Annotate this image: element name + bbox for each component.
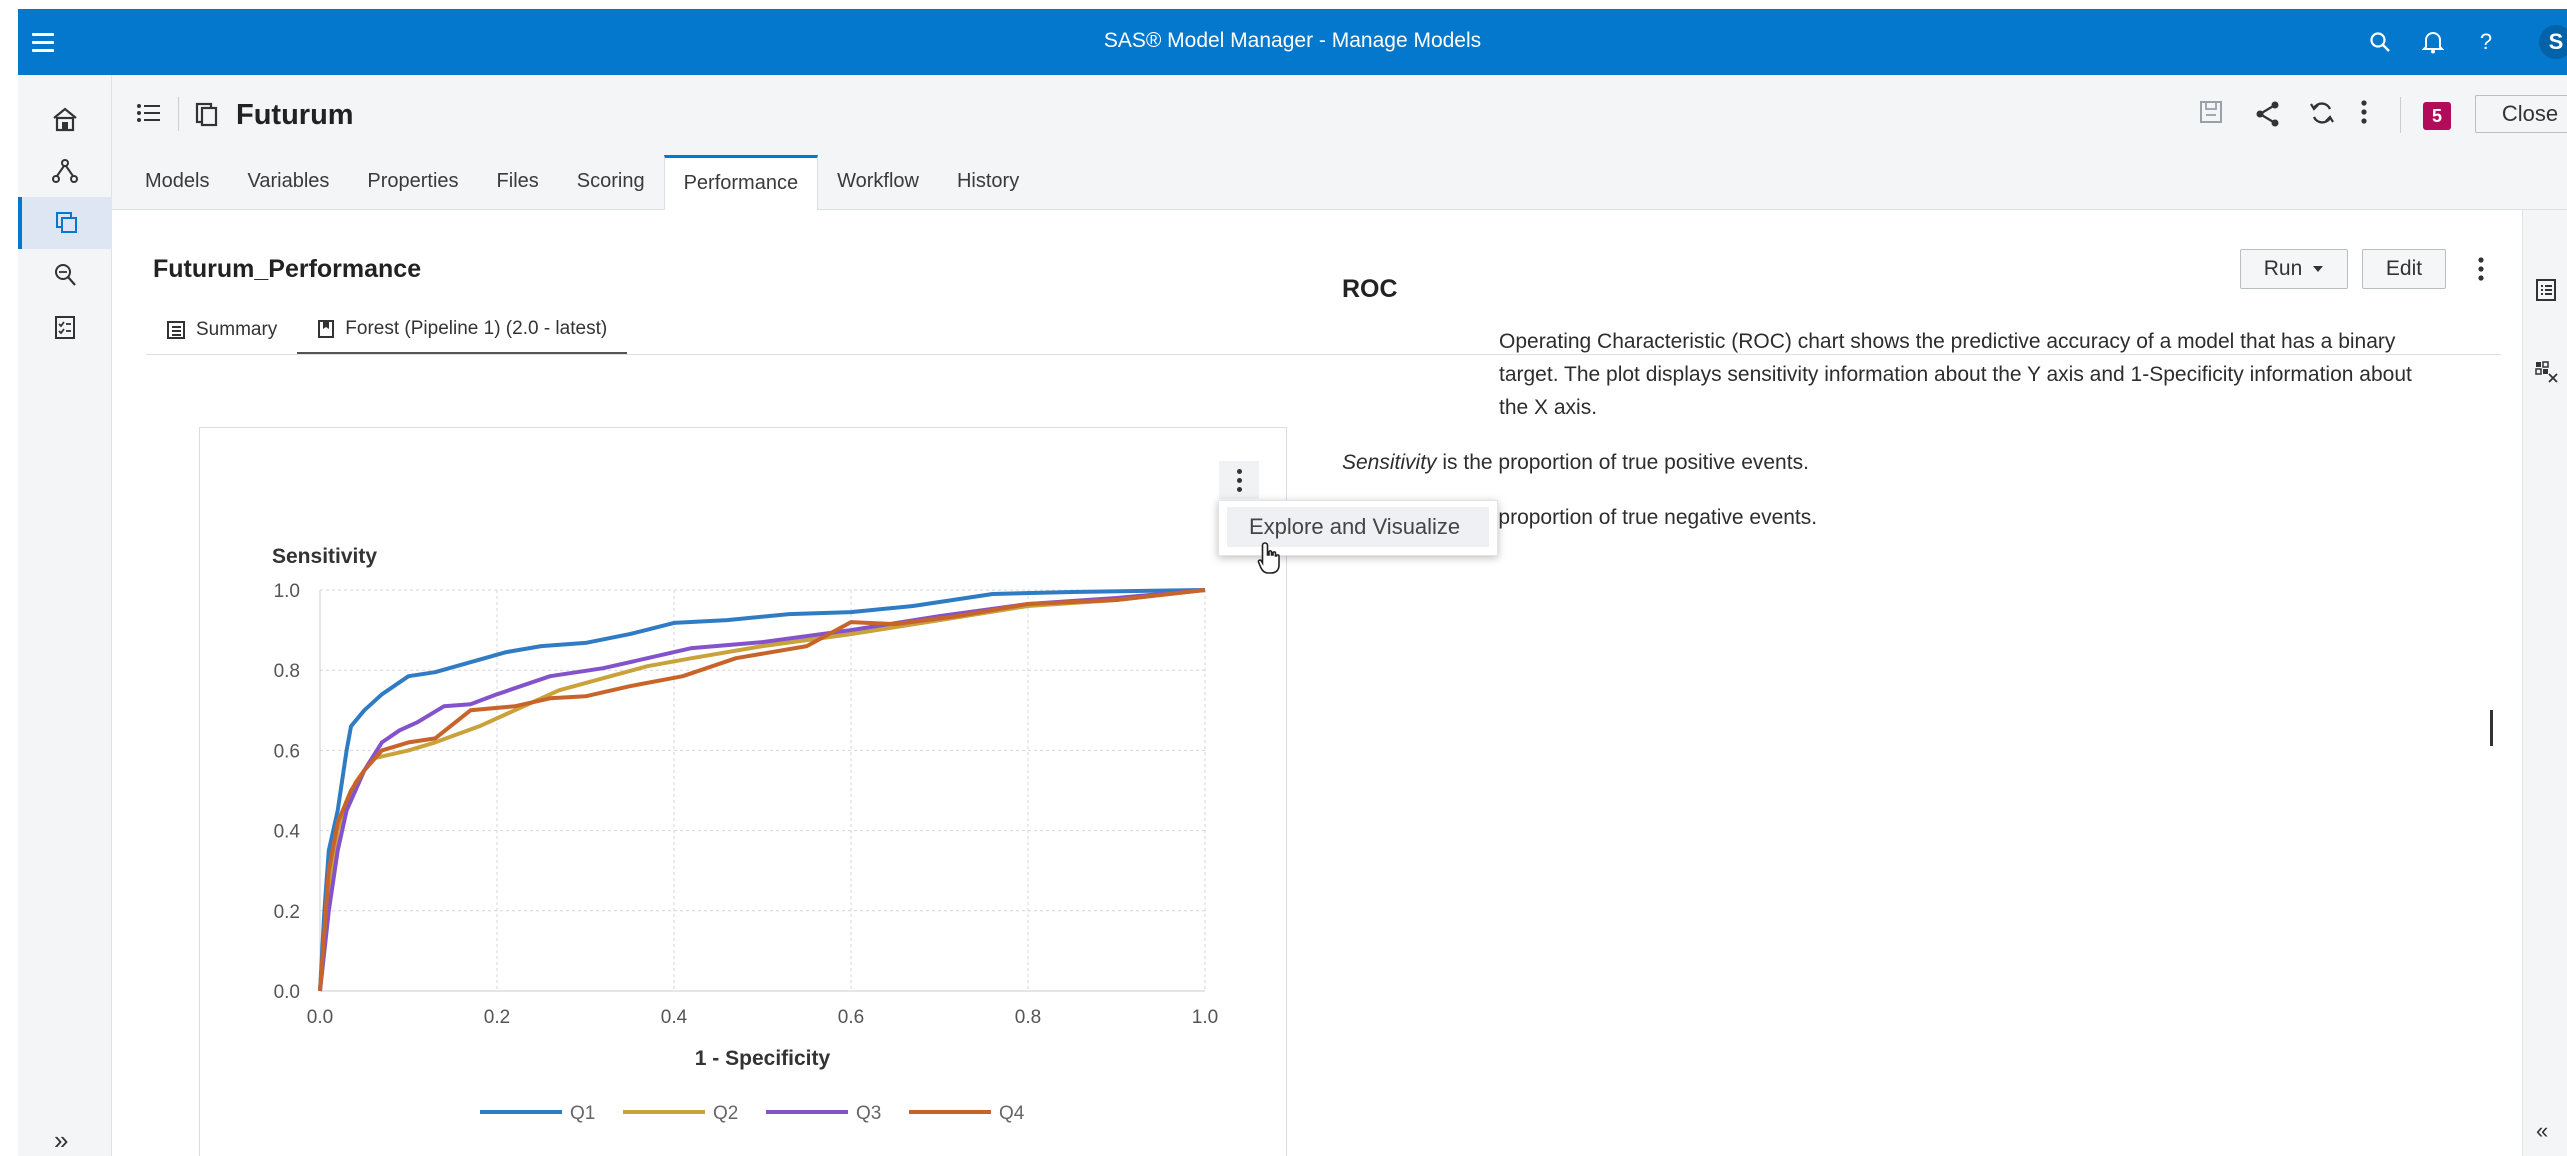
subtab-summary-label: Summary	[196, 319, 278, 340]
y-axis-title: Sensitivity	[272, 545, 377, 568]
roc-title: ROC	[1342, 275, 1398, 303]
properties-icon[interactable]	[2535, 278, 2557, 307]
more-options-icon[interactable]	[2360, 99, 2368, 125]
list-icon[interactable]	[136, 101, 162, 130]
share-icon[interactable]	[2253, 99, 2283, 129]
edit-button[interactable]: Edit	[2362, 249, 2446, 289]
project-title: Futurum	[236, 99, 354, 131]
divider	[2400, 97, 2401, 133]
save-icon[interactable]	[2198, 99, 2224, 125]
roc-paragraph-3: Specificity is the proportion of true ne…	[1342, 506, 1818, 529]
expand-nav-icon[interactable]: »	[54, 1125, 68, 1156]
series-line-q3[interactable]	[318, 588, 1206, 992]
text-cursor	[2490, 710, 2493, 746]
right-rail	[2522, 210, 2567, 1156]
y-tick-label: 1.0	[274, 581, 300, 602]
tab-workflow[interactable]: Workflow	[818, 155, 938, 210]
subtab-forest-label: Forest (Pipeline 1) (2.0 - latest)	[345, 318, 608, 339]
roc-chart[interactable]: 0.0 0.2 0.4 0.6 0.8 1.0 0.0 0.2 0.4 0.6 0.8 1.0 Sens…	[200, 428, 1286, 1156]
series-line-q4[interactable]	[318, 588, 1206, 992]
left-nav: »	[18, 75, 112, 1156]
legend-label-q3: Q3	[856, 1103, 881, 1124]
roc-description: Operating Characteristic (ROC) chart sho…	[1342, 325, 2442, 556]
performance-panel: Futurum_Performance Run Edit Summary For…	[112, 210, 2522, 1156]
search-models-icon[interactable]	[18, 249, 112, 301]
y-tick-label: 0.6	[274, 741, 300, 762]
summary-icon	[167, 321, 185, 339]
legend-label-q4: Q4	[999, 1103, 1025, 1124]
app-header: SAS® Model Manager - Manage Models ? S	[18, 9, 2567, 75]
roc-paragraph-1: Operating Characteristic (ROC) chart sho…	[1499, 330, 2412, 419]
home-icon[interactable]	[18, 93, 112, 145]
panel-more-icon[interactable]	[2477, 256, 2485, 287]
sensitivity-definition: is the proportion of true positive event…	[1436, 451, 1809, 474]
pipeline-icon[interactable]	[18, 145, 112, 197]
sensitivity-term: Sensitivity	[1342, 451, 1437, 474]
search-icon[interactable]	[2365, 27, 2395, 57]
notification-badge[interactable]: 5	[2423, 102, 2451, 130]
run-label: Run	[2263, 257, 2303, 280]
chart-more-icon[interactable]	[1219, 461, 1259, 499]
legend-label-q1: Q1	[570, 1103, 595, 1124]
models-icon[interactable]	[18, 197, 112, 249]
y-tick-label: 0.8	[274, 661, 300, 682]
close-button[interactable]: Close	[2475, 95, 2567, 133]
caret-down-icon	[2313, 266, 2324, 272]
y-tick-label: 0.4	[274, 822, 301, 843]
x-tick-label: 0.4	[661, 1007, 688, 1028]
tab-scoring[interactable]: Scoring	[558, 155, 664, 210]
app-title: SAS® Model Manager - Manage Models	[1103, 29, 1482, 52]
run-button[interactable]: Run	[2240, 249, 2348, 289]
bell-icon[interactable]	[2418, 27, 2448, 57]
x-axis-title: 1 - Specificity	[695, 1047, 831, 1070]
subtab-forest[interactable]: Forest (Pipeline 1) (2.0 - latest)	[297, 306, 628, 354]
subtab-summary[interactable]: Summary	[146, 306, 297, 354]
sub-tabs: Summary Forest (Pipeline 1) (2.0 - lates…	[146, 306, 628, 354]
tab-properties[interactable]: Properties	[348, 155, 477, 210]
x-tick-label: 0.0	[307, 1007, 333, 1028]
bookmark-icon	[318, 320, 335, 338]
sync-icon[interactable]	[2308, 99, 2336, 127]
x-tick-label: 0.8	[1015, 1007, 1041, 1028]
tasks-icon[interactable]	[18, 301, 112, 353]
hand-cursor-icon	[1257, 541, 1283, 580]
project-header: Futurum 5 Close Models Variables Propert…	[112, 75, 2567, 210]
tab-files[interactable]: Files	[478, 155, 558, 210]
roc-chart-container: 0.0 0.2 0.4 0.6 0.8 1.0 0.0 0.2 0.4 0.6 0.8 1.0 Sens…	[199, 427, 1287, 1156]
tab-variables[interactable]: Variables	[228, 155, 348, 210]
project-tabs: Models Variables Properties Files Scorin…	[126, 155, 1038, 210]
variables-icon[interactable]	[2535, 360, 2559, 389]
series-line-q2[interactable]	[318, 588, 1206, 992]
y-tick-label: 0.2	[274, 902, 300, 923]
x-tick-label: 0.6	[838, 1007, 864, 1028]
tab-performance[interactable]: Performance	[663, 155, 819, 210]
tab-history[interactable]: History	[938, 155, 1038, 210]
project-icon	[194, 101, 220, 132]
tab-models[interactable]: Models	[126, 155, 228, 210]
roc-paragraph-2: Sensitivity is the proportion of true po…	[1342, 446, 2442, 479]
help-icon[interactable]: ?	[2471, 27, 2501, 57]
page-title: Futurum_Performance	[153, 255, 422, 283]
avatar[interactable]: S	[2539, 25, 2567, 59]
y-tick-label: 0.0	[274, 982, 300, 1003]
x-tick-label: 1.0	[1192, 1007, 1218, 1028]
legend-label-q2: Q2	[713, 1103, 738, 1124]
divider	[178, 97, 179, 131]
x-tick-label: 0.2	[484, 1007, 510, 1028]
series-line-q1[interactable]	[318, 588, 1206, 992]
collapse-rail-icon[interactable]: «	[2536, 1118, 2548, 1144]
